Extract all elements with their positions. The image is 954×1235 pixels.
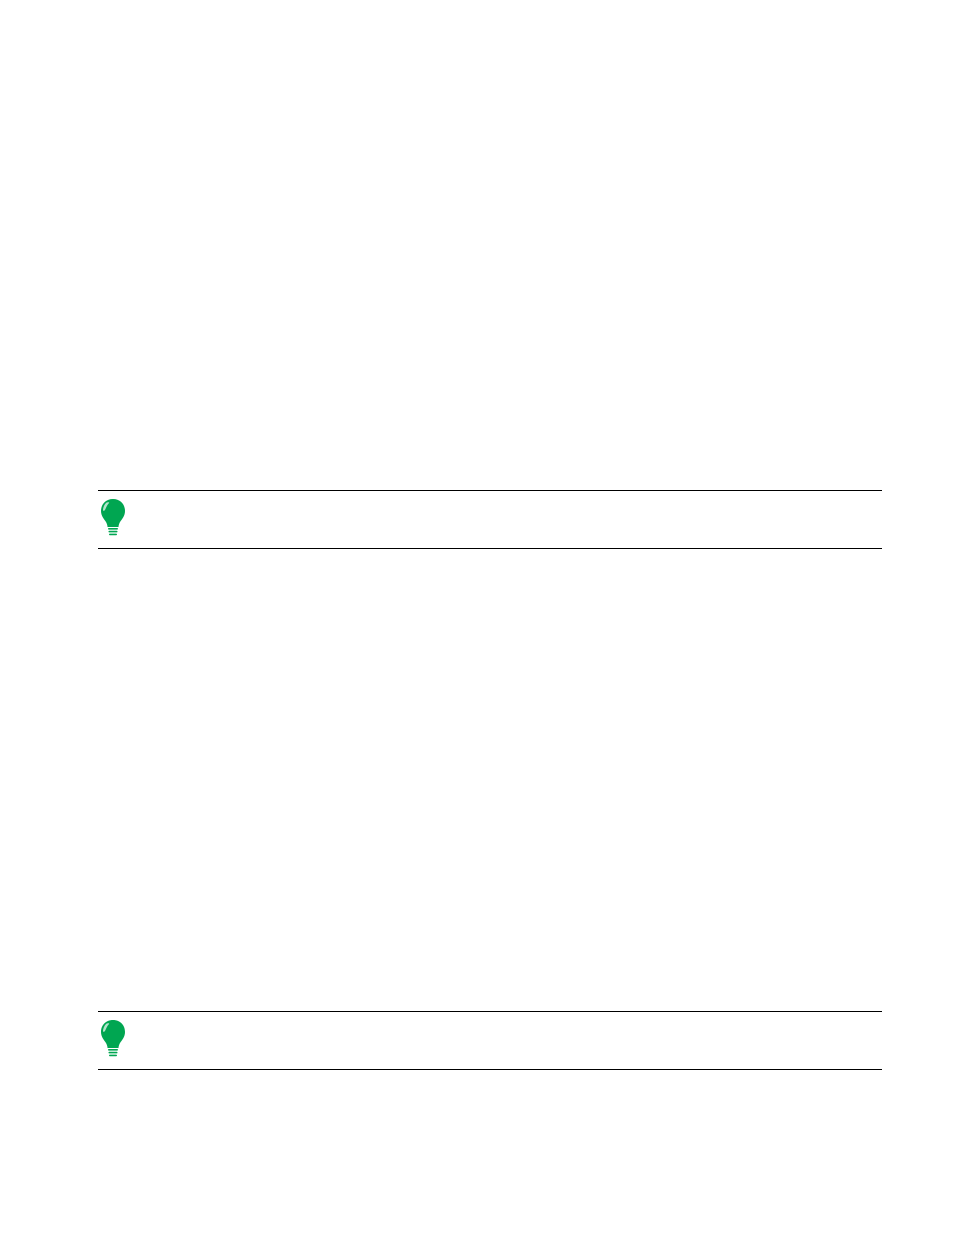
top-spacer [98, 70, 882, 490]
document-page [0, 0, 954, 1235]
lightbulb-icon [98, 497, 128, 542]
rule-bottom-2 [98, 1069, 882, 1070]
lightbulb-icon [98, 1018, 128, 1063]
tip-row-2 [98, 1012, 882, 1069]
mid-spacer [98, 549, 882, 1011]
tip-row-1 [98, 491, 882, 548]
